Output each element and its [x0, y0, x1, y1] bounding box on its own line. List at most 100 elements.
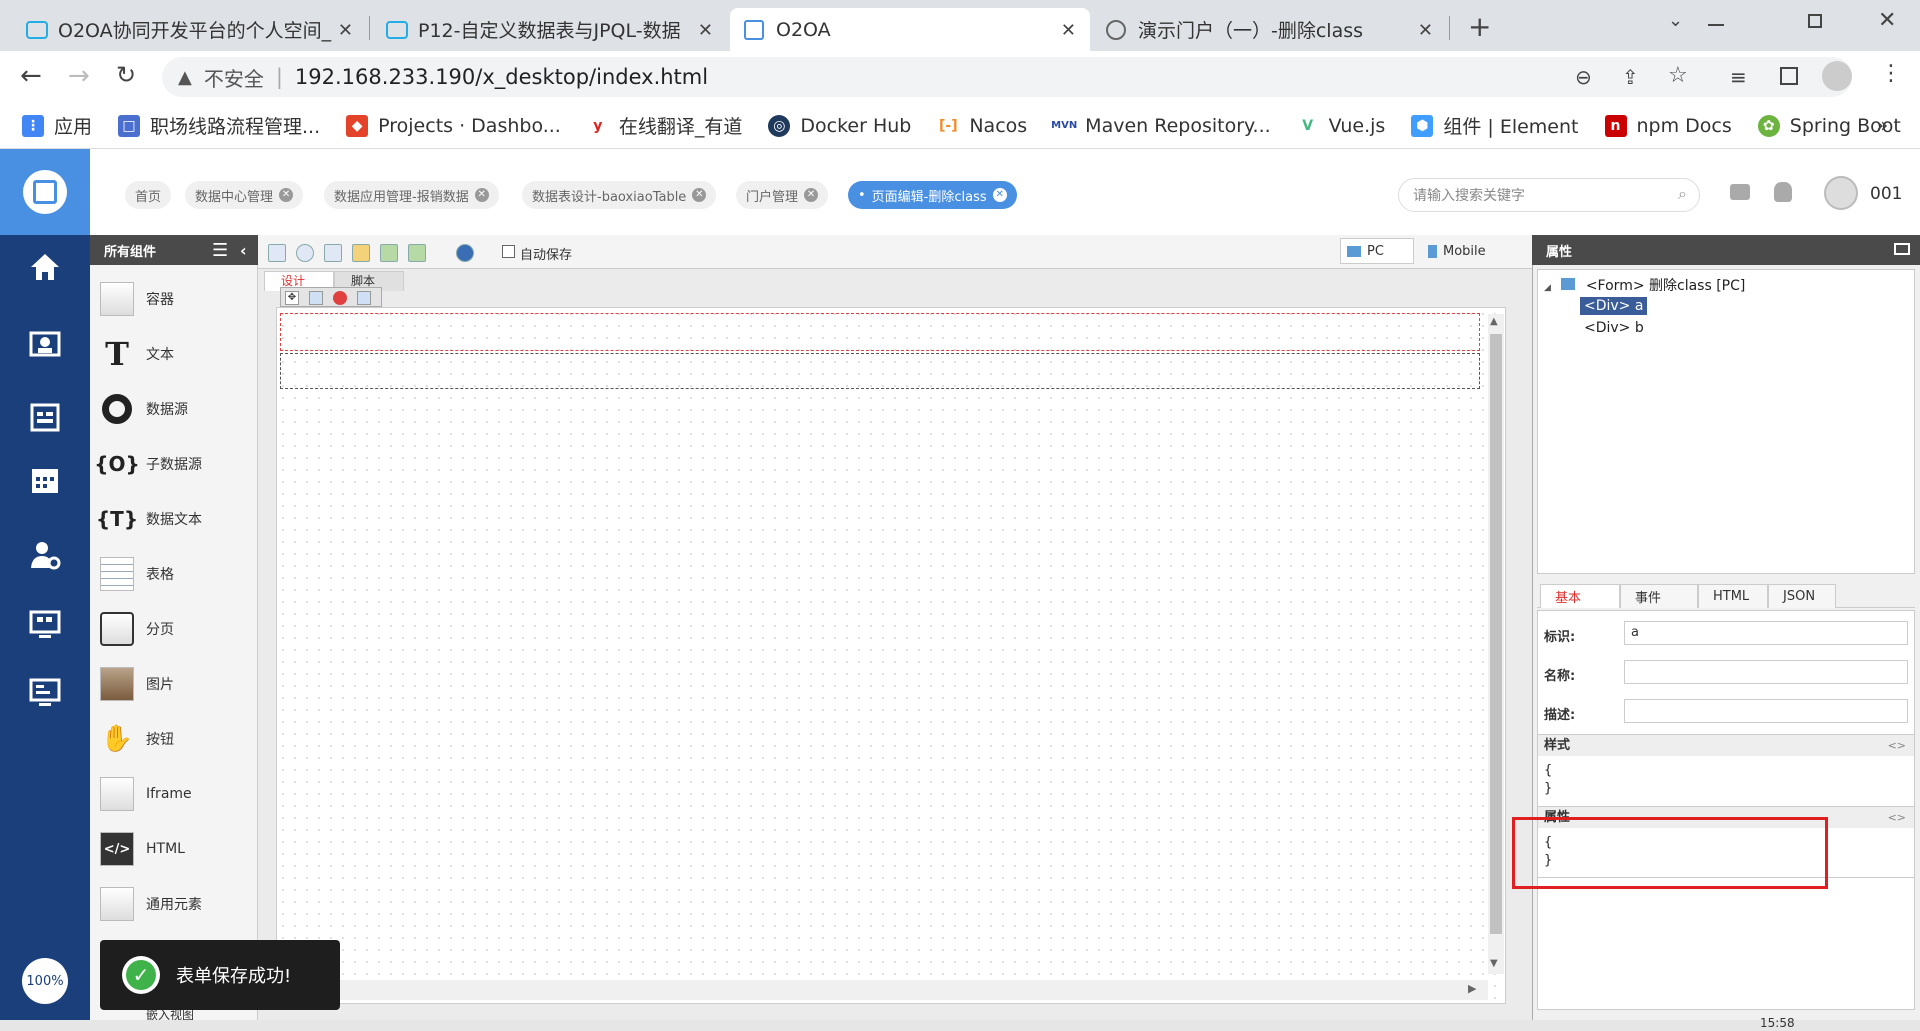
user-settings-icon[interactable]	[25, 535, 65, 575]
bookmark-item[interactable]: ◎ Docker Hub	[768, 114, 911, 137]
breadcrumb-tab[interactable]: 数据表设计-baoxiaoTable ✕	[522, 181, 717, 209]
close-icon[interactable]: ✕	[338, 20, 353, 41]
paste-icon[interactable]	[357, 291, 371, 305]
breadcrumb-tab[interactable]: 数据应用管理-报销数据 ✕	[324, 181, 499, 209]
component-table[interactable]: 表格	[100, 552, 174, 596]
url-bar[interactable]: ▲ 不安全 | 192.168.233.190/x_desktop/index.…	[162, 57, 1852, 97]
bookmark-item[interactable]: n npm Docs	[1604, 114, 1732, 137]
bookmarks-more-button[interactable]: »	[1876, 113, 1888, 137]
breadcrumb-tab[interactable]: 数据中心管理 ✕	[185, 181, 304, 209]
browser-tab-active[interactable]: O2OA ✕	[730, 8, 1090, 51]
reading-list-icon[interactable]: ≡	[1730, 65, 1747, 89]
move-icon[interactable]: ✥	[285, 291, 299, 305]
vertical-scroll-thumb[interactable]	[1490, 334, 1502, 934]
component-pagination[interactable]: 分页	[100, 607, 174, 651]
device-pc-button[interactable]: PC	[1340, 238, 1414, 264]
tree-root[interactable]: ◢ <Form> 删除class [PC]	[1544, 275, 1745, 295]
close-icon[interactable]: ✕	[804, 188, 819, 202]
style-section-header[interactable]: 样式 <>	[1538, 734, 1914, 756]
import-icon[interactable]	[380, 244, 398, 262]
minimize-icon[interactable]	[1708, 24, 1724, 26]
bookmark-item[interactable]: MVN Maven Repository...	[1051, 114, 1271, 137]
browser-tab[interactable]: P12-自定义数据表与JPQL-数据 ✕	[372, 8, 727, 51]
new-tab-button[interactable]: +	[1468, 10, 1491, 43]
close-icon[interactable]: ✕	[992, 188, 1007, 202]
chat-icon[interactable]	[1730, 184, 1750, 200]
name-field[interactable]	[1624, 660, 1908, 684]
search-input[interactable]: 请输入搜索关键字 ⌕	[1398, 178, 1700, 212]
report-icon[interactable]	[25, 397, 65, 437]
component-subsource[interactable]: {O} 子数据源	[94, 442, 202, 486]
home-icon[interactable]	[25, 247, 65, 287]
profile-avatar[interactable]	[1822, 61, 1852, 91]
preview-icon[interactable]	[296, 244, 314, 262]
component-datasource[interactable]: 数据源	[100, 387, 188, 431]
close-icon[interactable]: ✕	[692, 188, 707, 202]
forward-icon[interactable]: →	[68, 61, 90, 91]
breadcrumb-home[interactable]: 首页	[125, 181, 172, 209]
key-icon[interactable]	[352, 244, 370, 262]
bookmark-item[interactable]: y 在线翻译_有道	[586, 112, 742, 139]
bookmark-item[interactable]: ⬢ 组件 | Element	[1411, 112, 1579, 139]
id-field[interactable]: a	[1624, 621, 1908, 645]
component-generic[interactable]: 通用元素	[100, 882, 202, 926]
description-field[interactable]	[1624, 699, 1908, 723]
restore-icon[interactable]	[1808, 14, 1822, 28]
zoom-icon[interactable]: ⊖	[1575, 65, 1592, 89]
reload-icon[interactable]: ↻	[116, 61, 136, 89]
component-text[interactable]: T 文本	[100, 332, 174, 376]
export-icon[interactable]	[408, 244, 426, 262]
close-icon[interactable]: ✕	[1418, 20, 1433, 41]
user-name[interactable]: 001	[1870, 184, 1902, 204]
dashboard-icon[interactable]	[25, 673, 65, 713]
menu-icon[interactable]: ⋮	[1880, 61, 1902, 86]
component-iframe[interactable]: Iframe	[100, 772, 192, 816]
panel-toggle-icon[interactable]	[1894, 243, 1910, 255]
window-close-icon[interactable]: ✕	[1878, 8, 1896, 33]
component-datatext[interactable]: {T} 数据文本	[96, 497, 202, 541]
component-html[interactable]: </> HTML	[100, 827, 185, 871]
horizontal-scrollbar[interactable]	[276, 980, 1488, 1000]
zoom-badge[interactable]: 100%	[22, 958, 68, 1004]
expand-arrow-icon[interactable]: ◢	[1544, 283, 1551, 293]
browser-tab[interactable]: O2OA协同开发平台的个人空间_ ✕	[12, 8, 367, 51]
delete-icon[interactable]	[333, 291, 347, 305]
hamburger-icon[interactable]: ☰	[212, 240, 228, 261]
close-icon[interactable]: ✕	[698, 20, 713, 41]
star-icon[interactable]: ☆	[1668, 63, 1688, 88]
close-icon[interactable]: ✕	[474, 188, 489, 202]
form-canvas[interactable]	[276, 307, 1506, 1004]
div-b[interactable]	[280, 353, 1480, 389]
side-panel-icon[interactable]	[1780, 67, 1798, 85]
scroll-down-arrow-icon[interactable]: ▼	[1490, 958, 1498, 969]
code-toggle-icon[interactable]: <>	[1888, 735, 1906, 757]
div-a-selected[interactable]	[280, 313, 1480, 351]
tab-basic[interactable]: 基本	[1540, 584, 1620, 608]
print-icon[interactable]	[324, 244, 342, 262]
scroll-right-arrow-icon[interactable]: ▶	[1468, 982, 1476, 995]
bookmark-item[interactable]: ◆ Projects · Dashbo...	[346, 114, 561, 137]
tab-html[interactable]: HTML	[1698, 584, 1768, 608]
tree-node-selected[interactable]: <Div> a	[1580, 297, 1648, 315]
copy-icon[interactable]	[309, 291, 323, 305]
user-card-icon[interactable]	[25, 325, 65, 365]
bookmark-item[interactable]: □ 职场线路流程管理...	[118, 112, 320, 139]
url-text[interactable]: 192.168.233.190/x_desktop/index.html	[295, 65, 708, 89]
tree-node[interactable]: <Div> b	[1584, 320, 1644, 336]
tab-json[interactable]: JSON	[1768, 584, 1836, 608]
component-container[interactable]: 容器	[100, 277, 174, 321]
bookmark-item[interactable]: [-] Nacos	[937, 114, 1027, 137]
component-image[interactable]: 图片	[100, 662, 174, 706]
tab-search-icon[interactable]: ⌄	[1668, 10, 1683, 31]
close-icon[interactable]: ✕	[1061, 20, 1076, 41]
breadcrumb-tab[interactable]: 门户管理 ✕	[736, 181, 829, 209]
search-icon[interactable]: ⌕	[1678, 184, 1687, 204]
style-code-editor[interactable]: { }	[1544, 762, 1552, 798]
bookmark-item[interactable]: V Vue.js	[1296, 114, 1385, 137]
device-mobile-button[interactable]: Mobile	[1418, 238, 1518, 264]
avatar[interactable]	[1824, 176, 1858, 210]
browser-tab[interactable]: 演示门户（一）-删除class ✕	[1092, 8, 1447, 51]
o2oa-logo[interactable]	[0, 149, 90, 235]
save-icon[interactable]	[268, 244, 286, 262]
back-icon[interactable]: ←	[20, 61, 42, 91]
